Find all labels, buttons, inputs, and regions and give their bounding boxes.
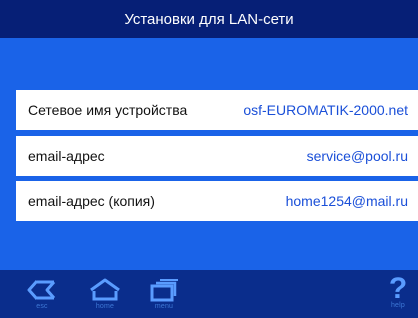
row-email[interactable]: email-адрес service@pool.ru — [16, 136, 418, 176]
back-arrow-icon — [27, 280, 56, 300]
row-device-name[interactable]: Сетевое имя устройства osf-EUROMATIK-200… — [16, 90, 418, 130]
page-title: Установки для LAN-сети — [124, 10, 294, 28]
menu-button[interactable]: menu — [144, 270, 184, 318]
email-copy-value[interactable]: home1254@mail.ru — [286, 193, 408, 209]
email-label: email-адрес — [28, 148, 105, 164]
menu-icon — [150, 279, 178, 302]
bottom-nav-bar: esc home menu ? help — [0, 270, 418, 318]
help-button[interactable]: ? help — [380, 270, 416, 318]
menu-caption: menu — [154, 303, 174, 310]
help-icon: ? — [388, 272, 408, 305]
home-caption: home — [95, 303, 115, 310]
row-email-copy[interactable]: email-адрес (копия) home1254@mail.ru — [16, 181, 418, 221]
title-bar: Установки для LAN-сети — [0, 0, 418, 38]
email-copy-label: email-адрес (копия) — [28, 193, 155, 209]
esc-caption: esc — [36, 303, 48, 310]
device-name-value[interactable]: osf-EUROMATIK-2000.net — [243, 102, 408, 118]
email-value[interactable]: service@pool.ru — [307, 148, 408, 164]
home-icon — [90, 278, 120, 301]
home-button[interactable]: home — [82, 270, 128, 318]
settings-panel: Сетевое имя устройства osf-EUROMATIK-200… — [0, 38, 418, 270]
device-name-label: Сетевое имя устройства — [28, 102, 188, 118]
esc-button[interactable]: esc — [20, 270, 64, 318]
help-caption: help — [390, 302, 406, 309]
